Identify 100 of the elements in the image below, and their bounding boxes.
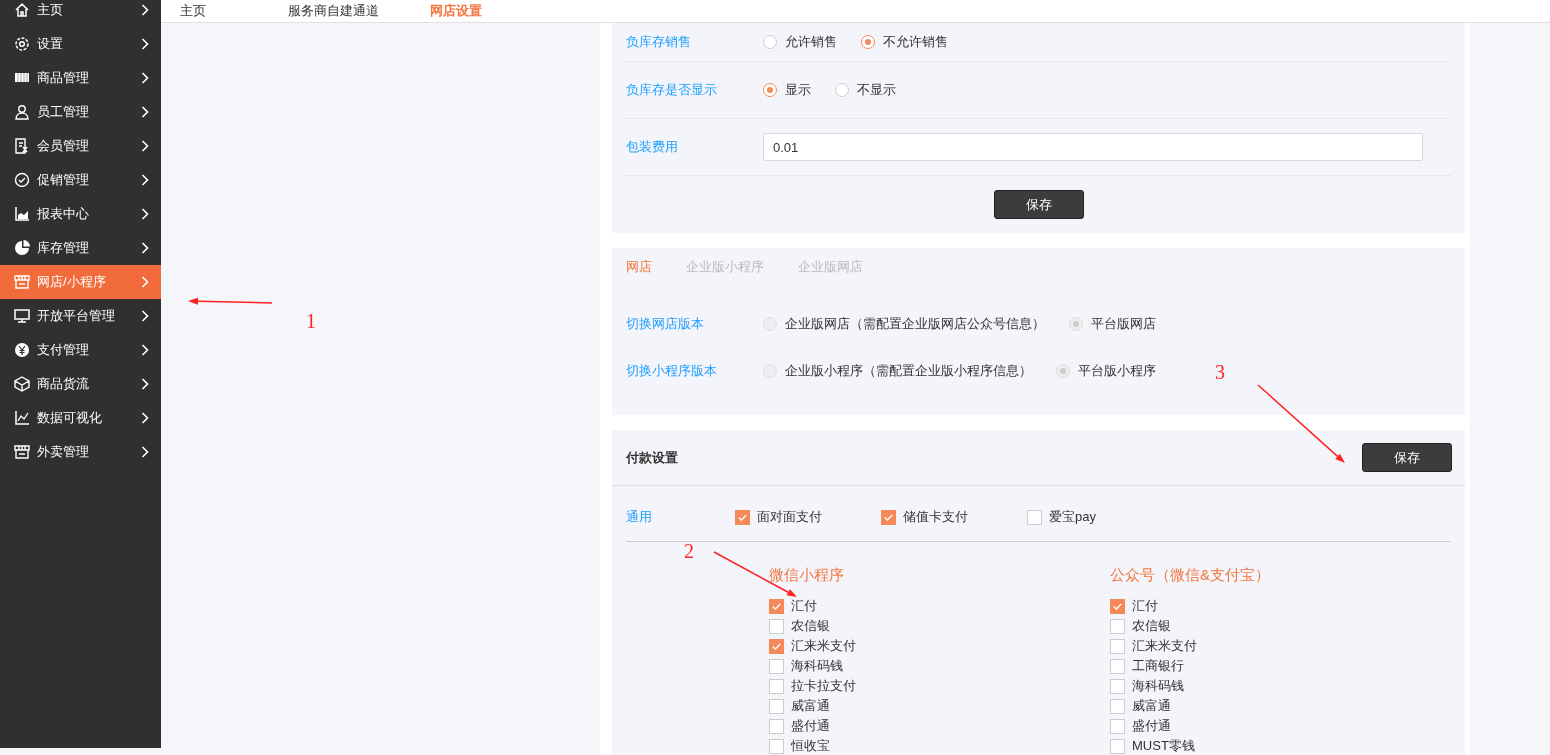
checkbox[interactable] <box>1110 698 1125 714</box>
checkmark-icon <box>772 602 781 610</box>
radio-button[interactable] <box>763 35 777 49</box>
field-label: 切换小程序版本 <box>626 361 718 380</box>
chevron-right-icon <box>141 208 149 220</box>
option-label: 盛付通 <box>1132 717 1171 735</box>
sidebar-item[interactable]: 商品货流 <box>0 367 161 401</box>
chevron-right-icon <box>141 4 149 16</box>
sidebar-item[interactable]: 报表中心 <box>0 197 161 231</box>
chevron-right-icon <box>141 174 149 186</box>
field-label: 负库存销售 <box>626 33 692 51</box>
option-label: 面对面支付 <box>757 508 822 526</box>
checkbox[interactable] <box>1110 718 1125 734</box>
annotation-number: 3 <box>1215 362 1225 382</box>
option-label: 储值卡支付 <box>903 508 968 526</box>
sidebar-item[interactable]: 库存管理 <box>0 231 161 265</box>
checkmark-icon <box>884 513 893 521</box>
checkbox[interactable] <box>769 738 784 754</box>
checkbox[interactable] <box>881 509 896 525</box>
store-icon <box>14 274 30 290</box>
chevron-right-icon <box>141 72 149 84</box>
nav-tab[interactable]: 服务商自建通道 <box>288 2 430 20</box>
column-title: 微信小程序 <box>769 566 845 585</box>
checkbox[interactable] <box>1110 738 1125 754</box>
option-label: 平台版小程序 <box>1078 361 1156 380</box>
checkbox[interactable] <box>1110 618 1125 634</box>
chevron-right-icon <box>141 242 149 254</box>
checkbox[interactable] <box>735 509 750 525</box>
person-icon <box>14 104 30 120</box>
sidebar-item[interactable]: 支付管理 <box>0 333 161 367</box>
line-chart-icon <box>14 410 30 426</box>
document-icon <box>14 138 30 154</box>
checkbox[interactable] <box>1110 658 1125 674</box>
option-label: 海科码钱 <box>1132 677 1184 695</box>
annotation-number: 2 <box>684 541 694 561</box>
sidebar-item[interactable]: 促销管理 <box>0 163 161 197</box>
sidebar-item[interactable]: 开放平台管理 <box>0 299 161 333</box>
sidebar-item[interactable]: 设置 <box>0 27 161 61</box>
chevron-right-icon <box>141 38 149 50</box>
chevron-right-icon <box>141 310 149 322</box>
option-label: 汇来米支付 <box>791 637 856 655</box>
sidebar-item[interactable]: 商品管理 <box>0 61 161 95</box>
sidebar-item[interactable]: 会员管理 <box>0 129 161 163</box>
field-label: 负库存是否显示 <box>626 81 718 99</box>
checkbox[interactable] <box>1027 509 1042 525</box>
sidebar-item[interactable]: 主页 <box>0 0 161 27</box>
option-label: 爱宝pay <box>1049 508 1096 526</box>
option-label: 不显示 <box>857 81 896 99</box>
radio-button[interactable] <box>861 35 875 49</box>
field-label: 切换网店版本 <box>626 314 705 333</box>
option-label: 海科码钱 <box>791 657 843 675</box>
checkbox[interactable] <box>769 718 784 734</box>
sidebar-item[interactable]: 外卖管理 <box>0 435 161 469</box>
check-circle-icon <box>14 172 30 188</box>
checkbox[interactable] <box>1110 678 1125 694</box>
annotation-number: 1 <box>306 311 316 331</box>
radio-button[interactable] <box>763 83 777 97</box>
cube-icon <box>14 376 30 392</box>
chevron-right-icon <box>141 412 149 424</box>
checkbox[interactable] <box>1110 598 1125 614</box>
checkbox[interactable] <box>769 678 784 694</box>
option-label: 农信银 <box>791 617 830 635</box>
option-label: 农信银 <box>1132 617 1171 635</box>
radio-button[interactable] <box>835 83 849 97</box>
option-label: 威富通 <box>791 697 830 715</box>
save-button[interactable]: 保存 <box>993 190 1084 219</box>
option-label: 汇付 <box>1132 597 1158 615</box>
checkbox[interactable] <box>1110 638 1125 654</box>
currency-coin-icon <box>14 342 30 358</box>
option-label: 盛付通 <box>791 717 830 735</box>
option-label: 威富通 <box>1132 697 1171 715</box>
option-label: 汇来米支付 <box>1132 637 1197 655</box>
sidebar-item[interactable]: 员工管理 <box>0 95 161 129</box>
option-label: 恒收宝 <box>791 737 830 755</box>
checkmark-icon <box>738 513 747 521</box>
save-button[interactable]: 保存 <box>1362 443 1452 472</box>
checkbox[interactable] <box>769 618 784 634</box>
monitor-icon <box>14 308 30 324</box>
option-label: 允许销售 <box>785 33 837 51</box>
option-label: 不允许销售 <box>883 33 948 51</box>
checkmark-icon <box>772 642 781 650</box>
checkbox[interactable] <box>769 658 784 674</box>
pie-chart-icon <box>14 240 30 256</box>
input-field[interactable]: 0.01 <box>763 133 1423 161</box>
option-label: 企业版网店（需配置企业版网店公众号信息） <box>785 314 1045 333</box>
checkbox[interactable] <box>769 698 784 714</box>
option-label: 平台版网店 <box>1091 314 1156 333</box>
checkbox[interactable] <box>769 598 784 614</box>
chevron-right-icon <box>141 446 149 458</box>
section-title: 付款设置 <box>626 448 678 467</box>
store-icon <box>14 444 30 460</box>
nav-tab[interactable]: 主页 <box>180 2 288 20</box>
option-label: 企业版小程序（需配置企业版小程序信息） <box>785 361 1032 380</box>
field-label: 包装费用 <box>626 138 679 156</box>
checkbox[interactable] <box>769 638 784 654</box>
column-title: 公众号（微信&支付宝） <box>1110 566 1271 585</box>
option-label: 汇付 <box>791 597 817 615</box>
chevron-right-icon <box>141 344 149 356</box>
sidebar-item[interactable]: 数据可视化 <box>0 401 161 435</box>
home-icon <box>14 2 30 18</box>
